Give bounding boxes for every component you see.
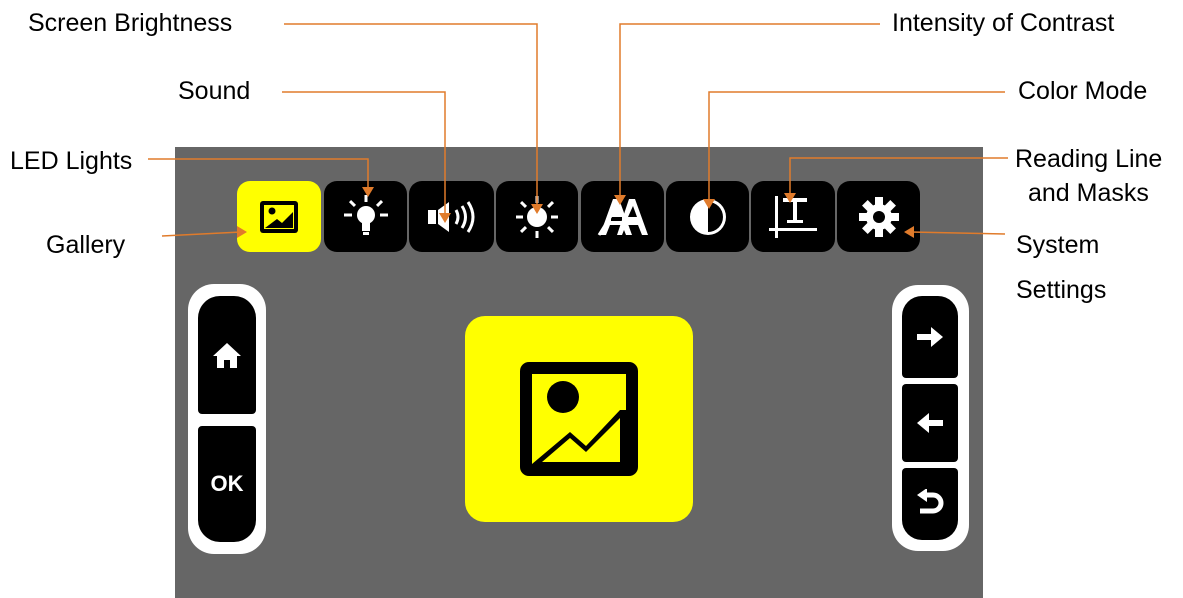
- label-reading-line-1: Reading Line: [1015, 145, 1163, 173]
- toolbar-led-lights-button[interactable]: [324, 181, 407, 252]
- toolbar-screen-brightness-button[interactable]: [496, 181, 578, 252]
- speaker-icon: [427, 200, 474, 233]
- gallery-preview[interactable]: [465, 316, 693, 522]
- gallery-icon: [260, 200, 298, 233]
- gear-icon: [858, 196, 899, 237]
- return-button[interactable]: [902, 468, 958, 540]
- previous-button[interactable]: [902, 384, 958, 462]
- toolbar-system-settings-button[interactable]: [837, 181, 920, 252]
- reading-line-icon: [769, 195, 817, 238]
- home-button[interactable]: [198, 296, 256, 414]
- label-sound: Sound: [178, 77, 251, 105]
- led-bulb-icon: [343, 194, 388, 235]
- next-button[interactable]: [902, 296, 958, 378]
- ok-button[interactable]: OK: [198, 426, 256, 542]
- label-reading-line-2: and Masks: [1028, 179, 1149, 207]
- toolbar-contrast-button[interactable]: [581, 181, 664, 252]
- toolbar-gallery-button[interactable]: [237, 181, 321, 252]
- label-led-lights: LED Lights: [10, 147, 133, 175]
- toolbar-sound-button[interactable]: [409, 181, 494, 252]
- label-gallery: Gallery: [46, 231, 126, 259]
- ok-label: OK: [210, 471, 244, 496]
- arrow-left-icon: [917, 413, 943, 433]
- home-icon: [213, 343, 241, 368]
- label-intensity-of-contrast: Intensity of Contrast: [892, 9, 1115, 37]
- label-screen-brightness: Screen Brightness: [28, 9, 233, 37]
- return-icon: [917, 489, 944, 514]
- half-circle-icon: [689, 198, 726, 235]
- contrast-text-icon: [597, 198, 648, 236]
- label-system-2: Settings: [1016, 276, 1107, 304]
- label-color-mode: Color Mode: [1018, 77, 1148, 105]
- toolbar-color-mode-button[interactable]: [666, 181, 749, 252]
- arrow-right-icon: [917, 327, 943, 347]
- label-system-1: System: [1016, 231, 1100, 259]
- gallery-icon-large: [520, 362, 638, 476]
- sun-icon: [516, 195, 558, 238]
- toolbar-reading-line-button[interactable]: [751, 181, 835, 252]
